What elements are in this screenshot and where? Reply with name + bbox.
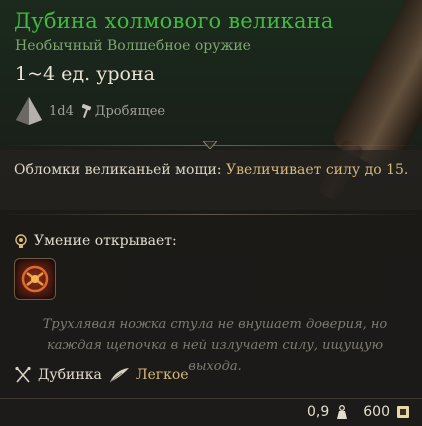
footer-stats: 0,9 600 bbox=[307, 404, 410, 420]
item-name: Дубина холмового великана bbox=[14, 9, 334, 33]
item-weight: 0,9 bbox=[307, 404, 330, 420]
divider-ornament bbox=[203, 141, 217, 149]
item-tooltip: Дубина холмового великана Необычный Волш… bbox=[0, 0, 422, 426]
passive-value: 15. bbox=[386, 162, 409, 178]
damage-type-label: Дробящее bbox=[94, 103, 166, 119]
hammer-icon bbox=[81, 104, 91, 118]
passive-preposition: до bbox=[364, 162, 382, 178]
feather-icon bbox=[109, 368, 129, 383]
crossed-clubs-icon bbox=[15, 366, 31, 383]
tooltip-footer: 0,9 600 bbox=[0, 398, 422, 426]
passive-stat[interactable]: силу bbox=[326, 162, 360, 178]
spell-unlock-icon bbox=[15, 234, 27, 248]
section-divider-2 bbox=[0, 214, 422, 215]
tag-club-label: Дубинка bbox=[38, 367, 102, 383]
damage-die: 1d4 bbox=[49, 103, 74, 119]
unlock-header: Умение открывает: bbox=[14, 233, 177, 249]
passive-description[interactable]: Обломки великаньей мощи: Увеличивает сил… bbox=[14, 160, 409, 181]
unlock-label: Умение открывает: bbox=[34, 233, 177, 249]
passive-verb: Увеличивает bbox=[226, 162, 322, 178]
weight-icon bbox=[337, 405, 348, 419]
passive-name: Обломки великаньей мощи: bbox=[14, 162, 222, 178]
damage-range: 1~4 ед. урона bbox=[15, 63, 155, 85]
damage-details: 1d4 Дробящее bbox=[15, 96, 165, 126]
cudgel-action-art bbox=[21, 265, 49, 293]
item-price: 600 bbox=[363, 404, 390, 420]
damage-type: Дробящее bbox=[80, 104, 165, 119]
cudgel-action-icon[interactable] bbox=[14, 258, 56, 300]
item-rarity-type: Необычный Волшебное оружие bbox=[15, 38, 251, 54]
tag-club[interactable]: Дубинка bbox=[14, 366, 102, 384]
d4-die-icon bbox=[16, 97, 42, 125]
item-tags: Дубинка Легкое bbox=[14, 366, 189, 384]
tag-light[interactable]: Легкое bbox=[108, 366, 189, 384]
tag-light-label: Легкое bbox=[135, 367, 189, 383]
gold-coin-icon bbox=[397, 406, 409, 418]
